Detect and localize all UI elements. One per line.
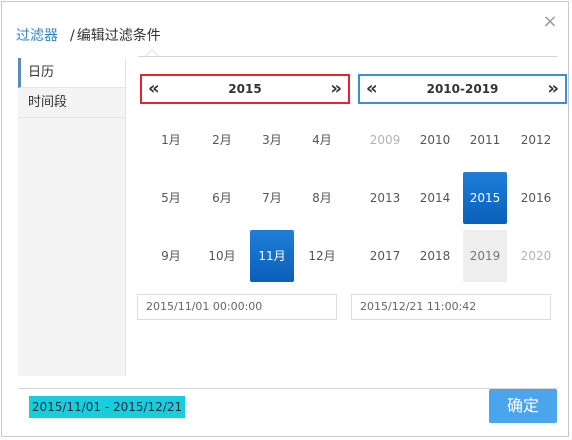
close-icon[interactable]: × [542,13,558,31]
next-year-icon[interactable]: » [330,76,342,102]
month-cell[interactable]: 3月 [250,114,294,166]
next-decade-icon[interactable]: » [547,76,559,102]
month-cell[interactable]: 1月 [149,114,193,166]
year-cell[interactable]: 2020 [514,230,558,282]
prev-year-icon[interactable]: « [148,76,160,102]
year-cell[interactable]: 2011 [463,114,507,166]
month-cell[interactable]: 10月 [200,230,244,282]
edit-filter-dialog: × 过滤器 / 编辑过滤条件 日历 时间段 « 2015 » 1月 2月 3月 4月 5月 6… [1,1,569,437]
breadcrumb-filter-link[interactable]: 过滤器 [16,28,58,44]
selected-range-badge: 2015/11/01 - 2015/12/21 [29,396,185,418]
year-cell[interactable]: 2015 [463,172,507,224]
prev-decade-icon[interactable]: « [366,76,378,102]
year-cell[interactable]: 2013 [363,172,407,224]
month-cell[interactable]: 11月 [250,230,294,282]
breadcrumb-separator: / [70,28,75,44]
year-cell[interactable]: 2009 [363,114,407,166]
year-cell[interactable]: 2016 [514,172,558,224]
header-divider [138,56,557,57]
month-cell[interactable]: 12月 [300,230,344,282]
start-datetime-input[interactable]: 2015/11/01 00:00:00 [137,294,337,320]
breadcrumb-pointer [145,49,159,56]
month-calendar-header: « 2015 » [140,74,350,104]
year-calendar-title[interactable]: 2010-2019 [427,82,499,96]
month-cell[interactable]: 8月 [300,172,344,224]
year-cell[interactable]: 2010 [413,114,457,166]
breadcrumb-current: 编辑过滤条件 [76,28,161,44]
month-calendar-title[interactable]: 2015 [228,82,261,96]
sidebar-item-calendar[interactable]: 日历 [18,58,125,88]
month-cell[interactable]: 4月 [300,114,344,166]
month-cell[interactable]: 2月 [200,114,244,166]
confirm-button[interactable]: 确定 [489,389,557,423]
year-cell[interactable]: 2014 [413,172,457,224]
footer-divider [18,388,558,389]
month-cell[interactable]: 9月 [149,230,193,282]
sidebar-item-time-range[interactable]: 时间段 [18,88,125,118]
year-cell[interactable]: 2012 [514,114,558,166]
month-cell[interactable]: 5月 [149,172,193,224]
year-calendar-header: « 2010-2019 » [358,74,567,104]
month-cell[interactable]: 6月 [200,172,244,224]
end-datetime-input[interactable]: 2015/12/21 11:00:42 [351,294,551,320]
year-cell[interactable]: 2017 [363,230,407,282]
year-cell[interactable]: 2018 [413,230,457,282]
month-cell[interactable]: 7月 [250,172,294,224]
breadcrumb: 过滤器 / 编辑过滤条件 [16,26,161,46]
sidebar: 日历 时间段 [18,58,126,376]
year-cell[interactable]: 2019 [463,230,507,282]
